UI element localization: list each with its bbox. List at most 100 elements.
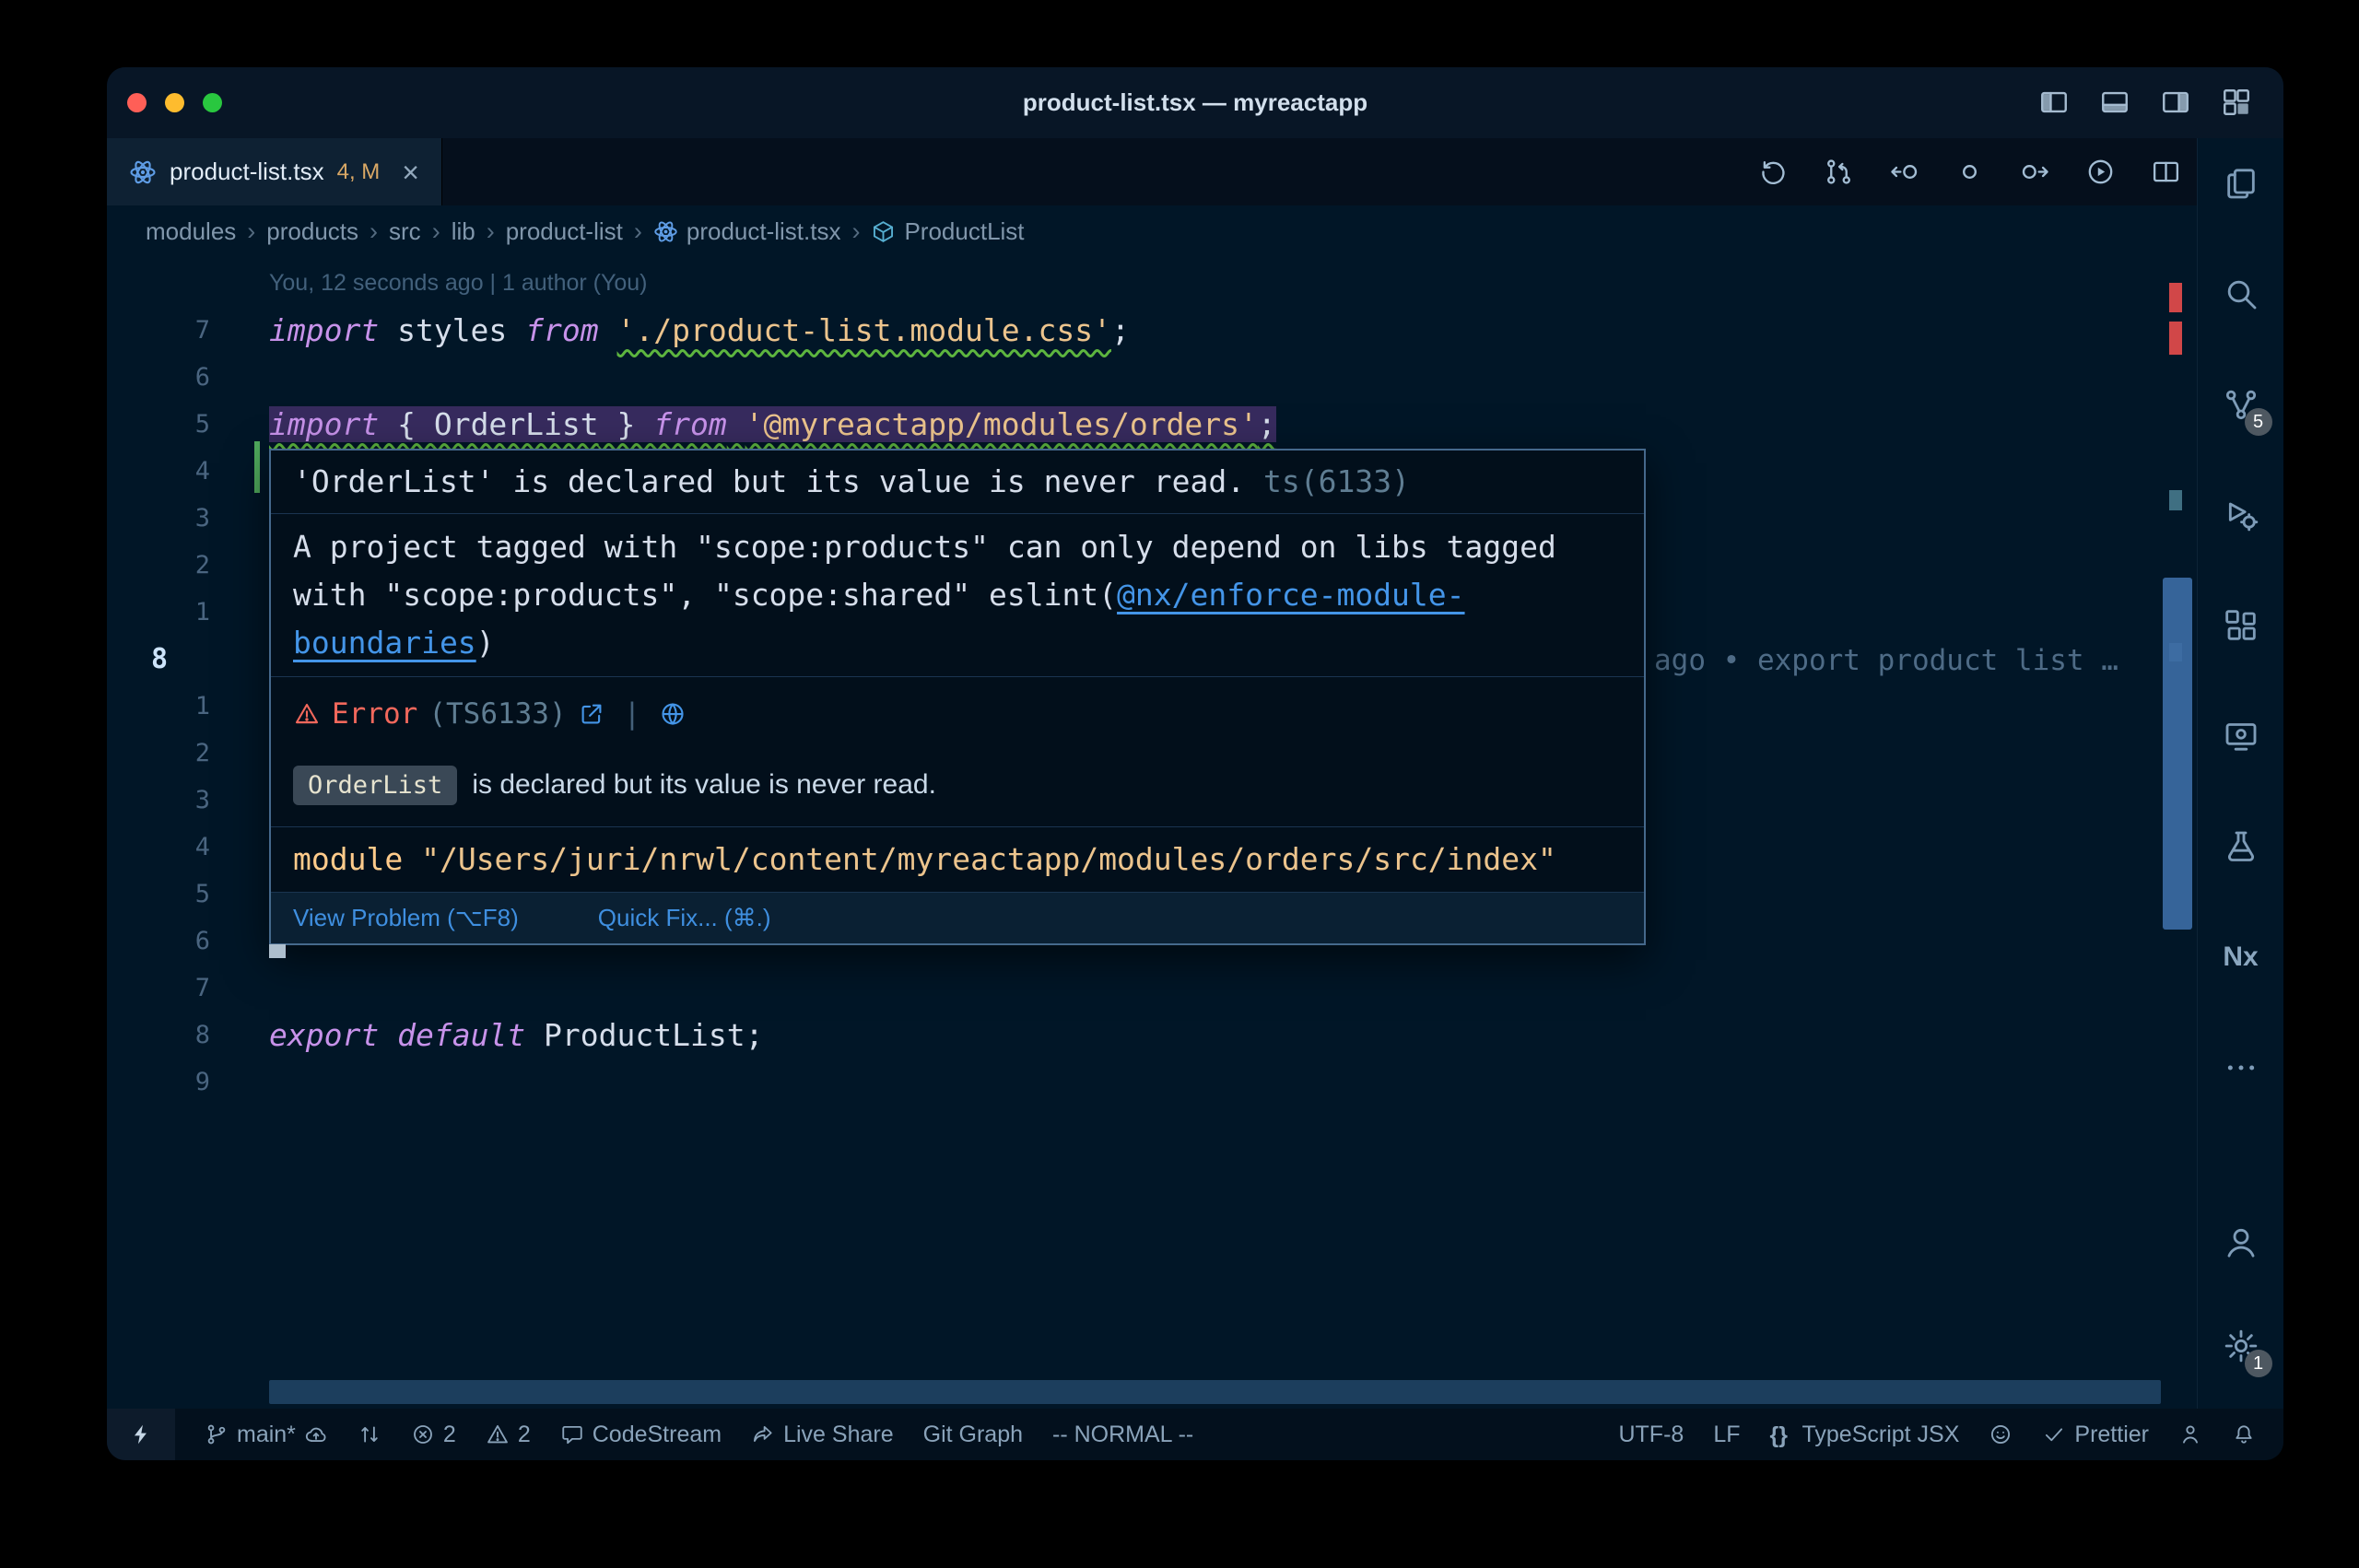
line-number[interactable]: 7 — [107, 307, 269, 354]
code-content[interactable]: import { OrderList } from '@myreactapp/m… — [269, 401, 2198, 448]
status-formatter[interactable]: Prettier — [2042, 1422, 2149, 1448]
line-number[interactable]: 8 — [107, 636, 269, 683]
pr-icon[interactable] — [1824, 157, 1854, 187]
cloudup-icon — [304, 1422, 328, 1446]
status-label: Prettier — [2074, 1422, 2149, 1448]
circle-icon[interactable] — [1954, 157, 1985, 187]
history-icon[interactable] — [1758, 157, 1789, 187]
layout-grid-icon[interactable] — [2221, 87, 2252, 118]
status-feedback[interactable] — [1989, 1422, 2013, 1446]
tab-product-list[interactable]: product-list.tsx 4, M × — [107, 138, 442, 205]
status-label: Git Graph — [923, 1422, 1023, 1448]
nextchange-icon[interactable] — [2020, 157, 2050, 187]
status-problems-errors[interactable]: 2 — [411, 1422, 456, 1448]
line-number[interactable]: 5 — [107, 871, 269, 918]
line-number[interactable] — [107, 260, 269, 307]
breadcrumb-item-productlist[interactable]: ProductList — [871, 217, 1024, 246]
status-language-mode[interactable]: {}TypeScript JSX — [1770, 1422, 1960, 1448]
search-activity-item[interactable] — [2212, 264, 2271, 323]
breadcrumb-item-modules[interactable]: modules — [146, 217, 236, 246]
extensions-activity-item[interactable] — [2212, 596, 2271, 655]
code-token: from — [525, 312, 598, 348]
globe-icon[interactable] — [659, 700, 687, 728]
status-encoding[interactable]: UTF-8 — [1618, 1422, 1684, 1448]
debug-activity-item[interactable] — [2212, 486, 2271, 544]
status-live-share[interactable]: Live Share — [751, 1422, 894, 1448]
line-number[interactable]: 6 — [107, 354, 269, 401]
status-accounts-status[interactable] — [2178, 1422, 2202, 1446]
nx-rule-link-wrap[interactable]: boundaries — [293, 625, 476, 661]
status-remote-indicator[interactable] — [107, 1409, 175, 1460]
line-number[interactable]: 3 — [107, 495, 269, 542]
line-number[interactable]: 6 — [107, 918, 269, 965]
status-gitlens-compare[interactable] — [358, 1422, 381, 1446]
view-problem-action[interactable]: View Problem (⌥F8) — [293, 904, 519, 932]
files-activity-item[interactable] — [2212, 154, 2271, 213]
quick-fix-action[interactable]: Quick Fix... (⌘.) — [598, 904, 771, 932]
breadcrumb-item-product-list-tsx[interactable]: product-list.tsx — [653, 217, 841, 246]
status-git-graph[interactable]: Git Graph — [923, 1422, 1023, 1448]
error-detail-row: OrderList is declared but its value is n… — [293, 756, 1622, 813]
line-number[interactable]: 4 — [107, 824, 269, 871]
more-activity-item[interactable] — [2212, 1038, 2271, 1097]
code-content[interactable]: export default ProductList; — [269, 1012, 2198, 1059]
run-icon[interactable] — [2085, 157, 2116, 187]
horizontal-scrollbar-thumb[interactable] — [269, 1380, 2161, 1404]
diagnostic-source: ts(6133) — [1245, 463, 1410, 499]
status-eol[interactable]: LF — [1713, 1422, 1740, 1448]
prevchange-icon[interactable] — [1889, 157, 1919, 187]
breadcrumb-separator: › — [247, 217, 255, 246]
status-problems-warnings[interactable]: 2 — [486, 1422, 531, 1448]
graph-activity-item[interactable]: 5 — [2212, 375, 2271, 434]
account-activity-item[interactable] — [2212, 1213, 2271, 1272]
line-number[interactable]: 7 — [107, 965, 269, 1012]
code-content[interactable]: import styles from './product-list.modul… — [269, 307, 2198, 354]
status-label: 2 — [443, 1422, 456, 1448]
line-number[interactable]: 3 — [107, 777, 269, 824]
line-number[interactable]: 2 — [107, 730, 269, 777]
code-token: OrderList — [434, 406, 599, 442]
breadcrumb: modules›products›src›lib›product-list›pr… — [107, 205, 2283, 258]
line-number[interactable]: 8 — [107, 1012, 269, 1059]
status-bar-right: UTF-8 LF {}TypeScript JSX Prettier — [1618, 1409, 2283, 1460]
highlighted-statement: import { OrderList } from '@myreactapp/m… — [269, 406, 1276, 442]
code-content[interactable] — [269, 965, 2198, 1012]
line-number[interactable]: 1 — [107, 683, 269, 730]
vertical-scrollbar-thumb[interactable] — [2163, 578, 2192, 930]
line-number[interactable]: 2 — [107, 542, 269, 589]
code-content[interactable] — [269, 1059, 2198, 1106]
gear-activity-item[interactable]: 1 — [2212, 1316, 2271, 1375]
account-icon — [2223, 1224, 2259, 1261]
breadcrumb-item-lib[interactable]: lib — [452, 217, 475, 246]
overview-error-mark — [2169, 283, 2182, 312]
status-label: TypeScript JSX — [1802, 1422, 1960, 1448]
line-number[interactable]: 9 — [107, 1059, 269, 1106]
beaker-activity-item[interactable] — [2212, 817, 2271, 876]
external-link-icon[interactable] — [578, 700, 605, 728]
line-number[interactable]: 4 — [107, 448, 269, 495]
breadcrumb-item-products[interactable]: products — [266, 217, 358, 246]
layout-sidebar-left-icon[interactable] — [2038, 87, 2070, 118]
layout-sidebar-right-icon[interactable] — [2160, 87, 2191, 118]
status-git-branch[interactable]: main* — [205, 1422, 328, 1448]
split-icon[interactable] — [2151, 157, 2181, 187]
tab-close-button[interactable]: × — [402, 158, 419, 187]
status-vim-mode[interactable]: -- NORMAL -- — [1052, 1422, 1193, 1448]
code-content[interactable] — [269, 354, 2198, 401]
popup-resize-grip[interactable] — [269, 944, 286, 958]
status-codestream[interactable]: CodeStream — [560, 1422, 722, 1448]
line-number[interactable]: 5 — [107, 401, 269, 448]
editor-area[interactable]: You, 12 seconds ago | 1 author (You)7imp… — [107, 258, 2283, 1409]
layout-panel-bottom-icon[interactable] — [2099, 87, 2130, 118]
pretty-error-section: Error(TS6133) | OrderList is declared bu… — [271, 676, 1644, 826]
remote-activity-item[interactable] — [2212, 707, 2271, 766]
breadcrumb-item-product-list[interactable]: product-list — [506, 217, 623, 246]
code-token — [379, 1017, 397, 1053]
code-token: '@myreactapp/modules/orders' — [745, 406, 1258, 442]
status-notifications[interactable] — [2232, 1422, 2256, 1446]
gitlens-blame-header[interactable]: You, 12 seconds ago | 1 author (You) — [269, 260, 2198, 307]
nx-rule-link[interactable]: @nx/enforce-module- — [1117, 577, 1465, 613]
nx-console-activity-item[interactable]: Nx — [2212, 928, 2271, 987]
line-number[interactable]: 1 — [107, 589, 269, 636]
breadcrumb-item-src[interactable]: src — [389, 217, 421, 246]
